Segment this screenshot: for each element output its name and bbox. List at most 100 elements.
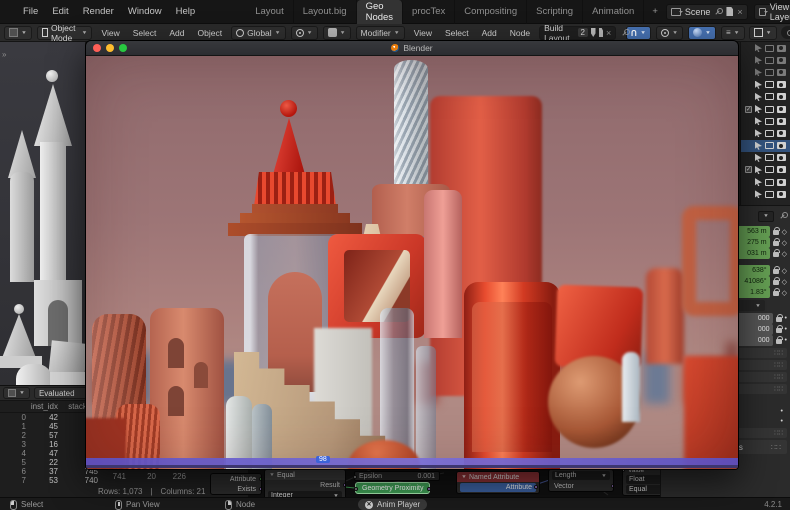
render-hide-icon[interactable] (777, 93, 786, 100)
selectable-icon[interactable] (755, 154, 762, 162)
value-dot-icon[interactable]: • (781, 408, 783, 415)
viewport-hide-icon[interactable] (765, 69, 774, 76)
lock-icon[interactable] (776, 317, 782, 322)
toolbar-expand-icon[interactable]: » (2, 50, 6, 59)
new-tree-icon[interactable] (599, 28, 604, 37)
keyframe-diamond-icon[interactable]: ◇ (782, 239, 787, 247)
operation-dropdown[interactable]: Length▼ (552, 471, 610, 480)
node-select-menu[interactable]: Select (441, 28, 473, 38)
attribute-name-field[interactable]: Attribute (460, 483, 536, 492)
lock-icon[interactable] (773, 280, 779, 285)
mode-dropdown[interactable]: Object Mode▼ (37, 26, 93, 40)
outliner-row[interactable]: ✓ (741, 91, 790, 103)
selectable-icon[interactable] (755, 56, 762, 64)
render-hide-icon[interactable] (777, 45, 786, 52)
outliner-display-dropdown[interactable]: ▼ (749, 26, 777, 40)
selectable-icon[interactable] (755, 81, 762, 89)
app-menu-item[interactable]: Window (121, 6, 169, 17)
workspace-tab[interactable]: Compositing (455, 0, 527, 24)
selectable-icon[interactable] (755, 129, 762, 137)
selectable-icon[interactable] (755, 190, 762, 198)
keyframe-diamond-icon[interactable]: ◇ (782, 228, 787, 236)
outliner-row[interactable]: ✓ (741, 152, 790, 164)
workspace-tab[interactable]: Layout.big (294, 0, 357, 24)
viewport-hide-icon[interactable] (765, 81, 774, 88)
anim-player-status[interactable]: ✕ Anim Player (358, 499, 427, 510)
outliner-filter-dropdown[interactable]: ≡▼ (721, 26, 745, 40)
selectable-icon[interactable] (755, 44, 762, 52)
viewport-hide-icon[interactable] (765, 142, 774, 149)
keyframe-diamond-icon[interactable]: ◇ (782, 250, 787, 258)
selectable-icon[interactable] (755, 68, 762, 76)
render-hide-icon[interactable] (777, 106, 786, 113)
render-hide-icon[interactable] (777, 191, 786, 198)
selectable-icon[interactable] (755, 142, 762, 150)
keyframe-diamond-icon[interactable]: ◇ (782, 289, 787, 297)
spreadsheet-editor-type[interactable]: ▼ (3, 387, 30, 399)
app-menu-item[interactable]: File (16, 6, 45, 17)
view-menu[interactable]: View (97, 28, 123, 38)
timeline-scrubber[interactable] (86, 458, 738, 465)
selectable-icon[interactable] (755, 117, 762, 125)
outliner-row[interactable]: ✓ (741, 164, 790, 176)
node-editor-type-button[interactable]: ▼ (323, 26, 351, 40)
render-hide-icon[interactable] (777, 57, 786, 64)
value-dot-icon[interactable]: • (781, 418, 783, 425)
user-count-badge[interactable]: 2 (578, 28, 588, 37)
column-header[interactable]: inst_idx (0, 402, 58, 411)
animate-dot-icon[interactable]: • (785, 315, 787, 322)
selectable-icon[interactable] (755, 166, 762, 174)
add-workspace-button[interactable]: + (644, 6, 666, 17)
scene-selector[interactable]: Scene × (666, 4, 748, 20)
overlay-toggle[interactable]: ▼ (688, 26, 716, 40)
app-menu-item[interactable]: Edit (45, 6, 75, 17)
window-titlebar[interactable]: Blender (86, 41, 738, 56)
node-view-menu[interactable]: View (410, 28, 436, 38)
outliner-search-input[interactable]: Search (781, 26, 790, 39)
vector-math-node[interactable]: Length▼ Vector (548, 469, 614, 492)
partial-node[interactable]: Attribute Exists (210, 473, 262, 495)
viewport-hide-icon[interactable] (765, 191, 774, 198)
selectable-icon[interactable] (755, 105, 762, 113)
outliner-row[interactable]: ✓ (741, 140, 790, 152)
animate-dot-icon[interactable]: • (785, 326, 787, 333)
pin-icon[interactable] (779, 212, 787, 220)
keyframe-diamond-icon[interactable]: ◇ (782, 278, 787, 286)
geometry-proximity-node[interactable]: Geometry Proximity (355, 482, 430, 494)
lock-icon[interactable] (773, 252, 779, 257)
animate-dot-icon[interactable]: • (785, 337, 787, 344)
render-window[interactable]: Blender (85, 40, 739, 470)
viewport-hide-icon[interactable] (765, 130, 774, 137)
render-hide-icon[interactable] (777, 179, 786, 186)
outliner-row[interactable]: ✓ (741, 115, 790, 127)
stop-icon[interactable]: ✕ (365, 501, 373, 509)
viewport-hide-icon[interactable] (765, 154, 774, 161)
outliner-row[interactable]: ✓ (741, 103, 790, 115)
unlink-icon[interactable]: × (606, 28, 611, 38)
lock-icon[interactable] (773, 241, 779, 246)
named-attribute-node[interactable]: ▼Named Attribute Attribute (456, 471, 540, 494)
node-tree-name-field[interactable]: Build Layout 2 × (539, 26, 616, 40)
select-menu[interactable]: Select (129, 28, 161, 38)
render-hide-icon[interactable] (777, 154, 786, 161)
orientation-dropdown[interactable]: Global▼ (231, 26, 286, 40)
workspace-tab[interactable]: procTex (403, 0, 455, 24)
exclude-checkbox[interactable]: ✓ (745, 106, 752, 113)
keyframe-diamond-icon[interactable]: ◇ (782, 267, 787, 275)
app-menu-item[interactable]: Render (76, 6, 121, 17)
outliner-row[interactable]: ✓ (741, 54, 790, 66)
outliner-row[interactable]: ✓ (741, 127, 790, 139)
viewport-hide-icon[interactable] (765, 118, 774, 125)
lock-icon[interactable] (776, 339, 782, 344)
viewport-hide-icon[interactable] (765, 106, 774, 113)
snap-toggle[interactable]: U▼ (626, 26, 651, 40)
workspace-tab[interactable]: Geo Nodes (357, 0, 403, 24)
viewport-hide-icon[interactable] (765, 179, 774, 186)
view-layer-selector[interactable]: View Layer × (754, 4, 790, 20)
pin-icon[interactable] (714, 8, 722, 16)
render-hide-icon[interactable] (777, 69, 786, 76)
left-3d-viewport[interactable]: » (0, 42, 85, 385)
outliner-row[interactable]: ✓ (741, 79, 790, 91)
workspace-tab[interactable]: Scripting (527, 0, 583, 24)
editor-type-button[interactable]: ▼ (4, 26, 32, 40)
